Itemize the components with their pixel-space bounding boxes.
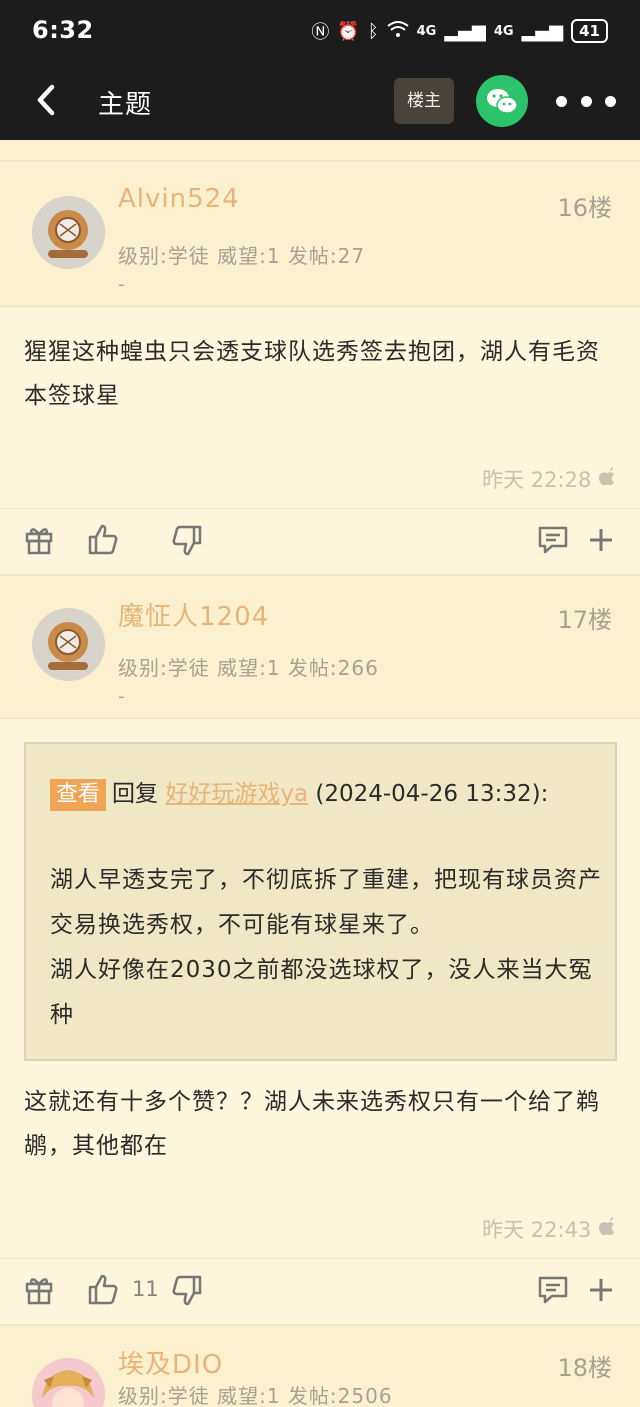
post-time: 昨天 22:28 xyxy=(482,464,616,494)
previous-post-edge xyxy=(0,140,640,162)
user-subtitle: - xyxy=(118,686,125,707)
back-icon[interactable] xyxy=(30,82,66,118)
clock: 6:32 xyxy=(32,16,94,44)
add-icon[interactable] xyxy=(584,523,618,557)
wechat-share-icon[interactable] xyxy=(476,75,528,127)
username[interactable]: Alvin524 xyxy=(118,184,240,214)
more-options-icon[interactable] xyxy=(556,92,616,110)
avatar[interactable] xyxy=(32,1358,105,1407)
floor-number: 16楼 xyxy=(557,194,612,222)
like-count: 11 xyxy=(132,1277,159,1301)
quote-time: (2024-04-26 13:32): xyxy=(315,781,549,807)
floor-number: 17楼 xyxy=(557,606,612,634)
user-subtitle: - xyxy=(118,274,125,295)
post-time: 昨天 22:43 xyxy=(482,1214,616,1244)
quote-text: 湖人早透支完了，不彻底拆了重建，把现有球员资产交易换选秀权，不可能有球星来了。 … xyxy=(50,867,602,1028)
bluetooth-icon: ᛒ xyxy=(367,20,379,42)
post-header: 埃及DIO 级别:学徒 威望:1 发帖:2506 18楼 xyxy=(0,1326,640,1407)
user-meta: 级别:学徒 威望:1 发帖:266 xyxy=(118,656,379,680)
user-meta: 级别:学徒 威望:1 发帖:2506 xyxy=(118,1384,393,1407)
op-only-button[interactable]: 楼主 xyxy=(394,78,454,124)
post-header: 魔怔人1204 级别:学徒 威望:1 发帖:266 - 17楼 xyxy=(0,576,640,719)
post-actions xyxy=(0,508,640,574)
battery-icon: 41 xyxy=(571,19,608,43)
user-meta: 级别:学徒 威望:1 发帖:27 xyxy=(118,244,366,268)
quoted-reply: 查看 回复 好好玩游戏ya (2024-04-26 13:32): 湖人早透支完了… xyxy=(24,742,617,1061)
thumbs-up-icon[interactable] xyxy=(86,523,120,557)
status-icons: Ⓝ ⏰ ᛒ 4G ▂▄▆ 4G ▂▄▆ 41 xyxy=(311,18,608,44)
gift-icon[interactable] xyxy=(22,1273,56,1307)
wifi-icon xyxy=(387,20,409,43)
gift-icon[interactable] xyxy=(22,523,56,557)
signal-icon-2: 4G xyxy=(493,23,514,39)
comment-icon[interactable] xyxy=(536,523,570,557)
post-content: 这就还有十多个赞？？湖人未来选秀权只有一个给了鹈鹕，其他都在 xyxy=(24,1089,600,1159)
reply-label: 回复 xyxy=(112,781,159,807)
thumbs-down-icon[interactable] xyxy=(170,523,204,557)
signal-icon: 4G xyxy=(416,23,437,39)
status-bar: 6:32 Ⓝ ⏰ ᛒ 4G ▂▄▆ 4G ▂▄▆ 41 xyxy=(0,0,640,62)
add-icon[interactable] xyxy=(584,1273,618,1307)
post-header: Alvin524 级别:学徒 威望:1 发帖:27 - 16楼 xyxy=(0,164,640,307)
quoted-user-link[interactable]: 好好玩游戏ya xyxy=(165,781,308,807)
thumbs-up-icon[interactable] xyxy=(86,1273,120,1307)
alarm-icon: ⏰ xyxy=(337,20,360,42)
apple-device-icon xyxy=(598,467,616,492)
avatar[interactable] xyxy=(32,196,105,269)
thumbs-down-icon[interactable] xyxy=(170,1273,204,1307)
view-quote-button[interactable]: 查看 xyxy=(50,779,107,811)
page-title: 主题 xyxy=(98,90,153,120)
nfc-icon: Ⓝ xyxy=(311,22,330,43)
apple-device-icon xyxy=(598,1217,616,1242)
floor-number: 18楼 xyxy=(557,1354,612,1382)
top-nav-bar: 主题 楼主 xyxy=(0,62,640,140)
post-content: 猩猩这种蝗虫只会透支球队选秀签去抱团，湖人有毛资本签球星 xyxy=(24,339,600,409)
quote-header: 查看 回复 好好玩游戏ya (2024-04-26 13:32): xyxy=(50,774,548,811)
signal-bars-icon: ▂▄▆ xyxy=(444,20,486,42)
signal-bars-icon-2: ▂▄▆ xyxy=(521,20,564,42)
avatar[interactable] xyxy=(32,608,105,681)
comment-icon[interactable] xyxy=(536,1273,570,1307)
username[interactable]: 魔怔人1204 xyxy=(118,596,269,633)
post-actions: 11 xyxy=(0,1258,640,1324)
username[interactable]: 埃及DIO xyxy=(118,1344,223,1381)
